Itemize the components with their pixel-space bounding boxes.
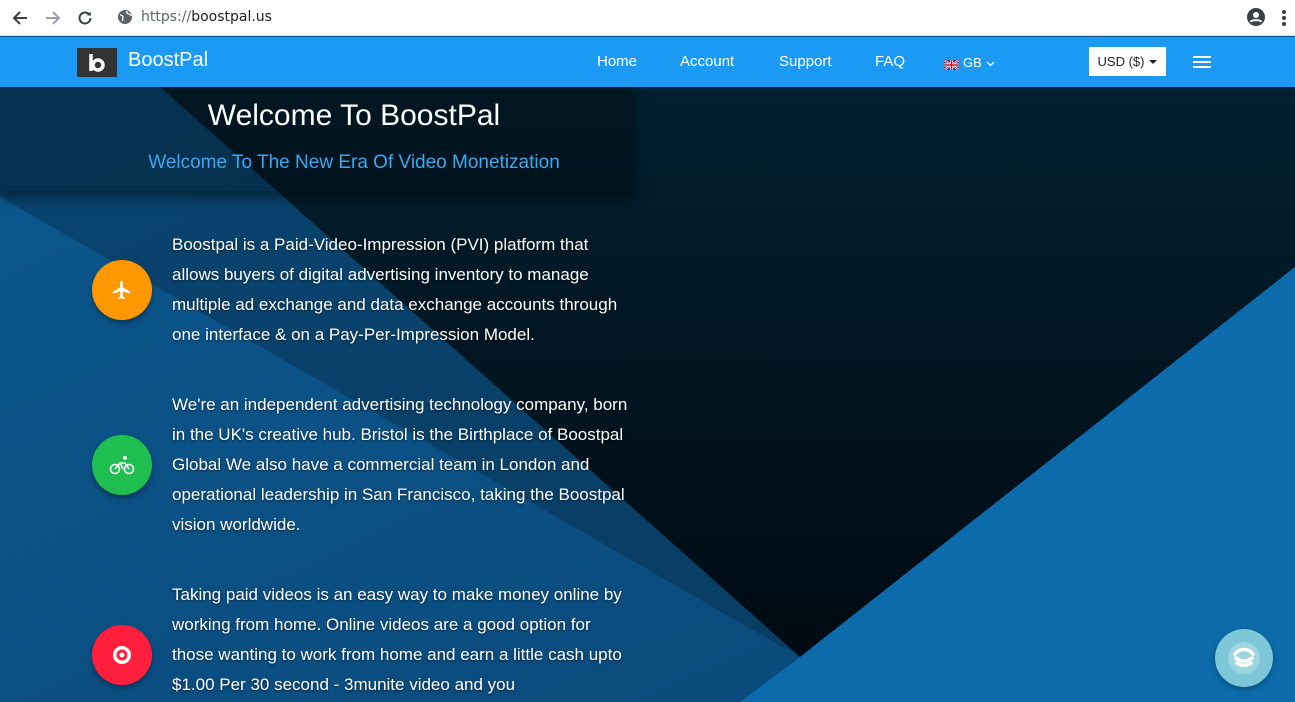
nav-link-home[interactable]: Home [597, 53, 637, 70]
hero-title-prefix: Welcome To [207, 99, 372, 132]
currency-dropdown[interactable]: USD ($) [1089, 47, 1166, 76]
chat-widget-button[interactable] [1215, 629, 1273, 687]
nav-link-account[interactable]: Account [680, 53, 734, 70]
back-arrow-icon[interactable] [8, 6, 32, 30]
chat-logo-icon [1228, 642, 1260, 674]
reload-icon[interactable] [73, 6, 97, 30]
language-code: GB [963, 55, 982, 70]
browser-toolbar: https://boostpal.us [0, 0, 1295, 36]
chevron-down-icon [986, 55, 995, 70]
url-host: boostpal.us [191, 9, 272, 25]
nav-link-support[interactable]: Support [779, 53, 832, 70]
globe-icon[interactable] [117, 9, 133, 25]
account-circle-icon[interactable] [1246, 7, 1266, 27]
hero-title: Welcome To BoostPal [0, 99, 708, 133]
hamburger-menu-icon[interactable] [1193, 55, 1211, 69]
nav-link-faq[interactable]: FAQ [875, 53, 905, 70]
forward-arrow-icon[interactable] [41, 6, 65, 30]
hero-title-brand: BoostPal [380, 99, 501, 132]
feature-text-pvi: Boostpal is a Paid-Video-Impression (PVI… [172, 235, 618, 344]
site-navbar: BoostPal Home Account Support FAQ GB USD… [0, 37, 1295, 87]
bicycle-icon [92, 435, 152, 495]
target-icon [92, 625, 152, 685]
feature-text-company: We're an independent advertising technol… [172, 395, 628, 534]
caret-down-icon [1149, 59, 1158, 64]
language-selector[interactable]: GB [943, 55, 995, 71]
hero-subtitle: Welcome To The New Era Of Video Monetiza… [148, 152, 560, 173]
brand-logo[interactable] [77, 48, 117, 77]
feature-text-paid-videos: Taking paid videos is an easy way to mak… [172, 585, 622, 694]
url-scheme: https:// [141, 9, 192, 25]
currency-label: USD ($) [1097, 54, 1145, 69]
hero-section: Welcome To BoostPal Welcome To The New E… [0, 87, 1295, 702]
airplane-icon [92, 260, 152, 320]
address-bar-url[interactable]: https://boostpal.us [141, 9, 272, 25]
uk-flag-icon [943, 58, 960, 71]
brand-name[interactable]: BoostPal [128, 49, 208, 72]
kebab-menu-icon[interactable] [1280, 8, 1288, 28]
